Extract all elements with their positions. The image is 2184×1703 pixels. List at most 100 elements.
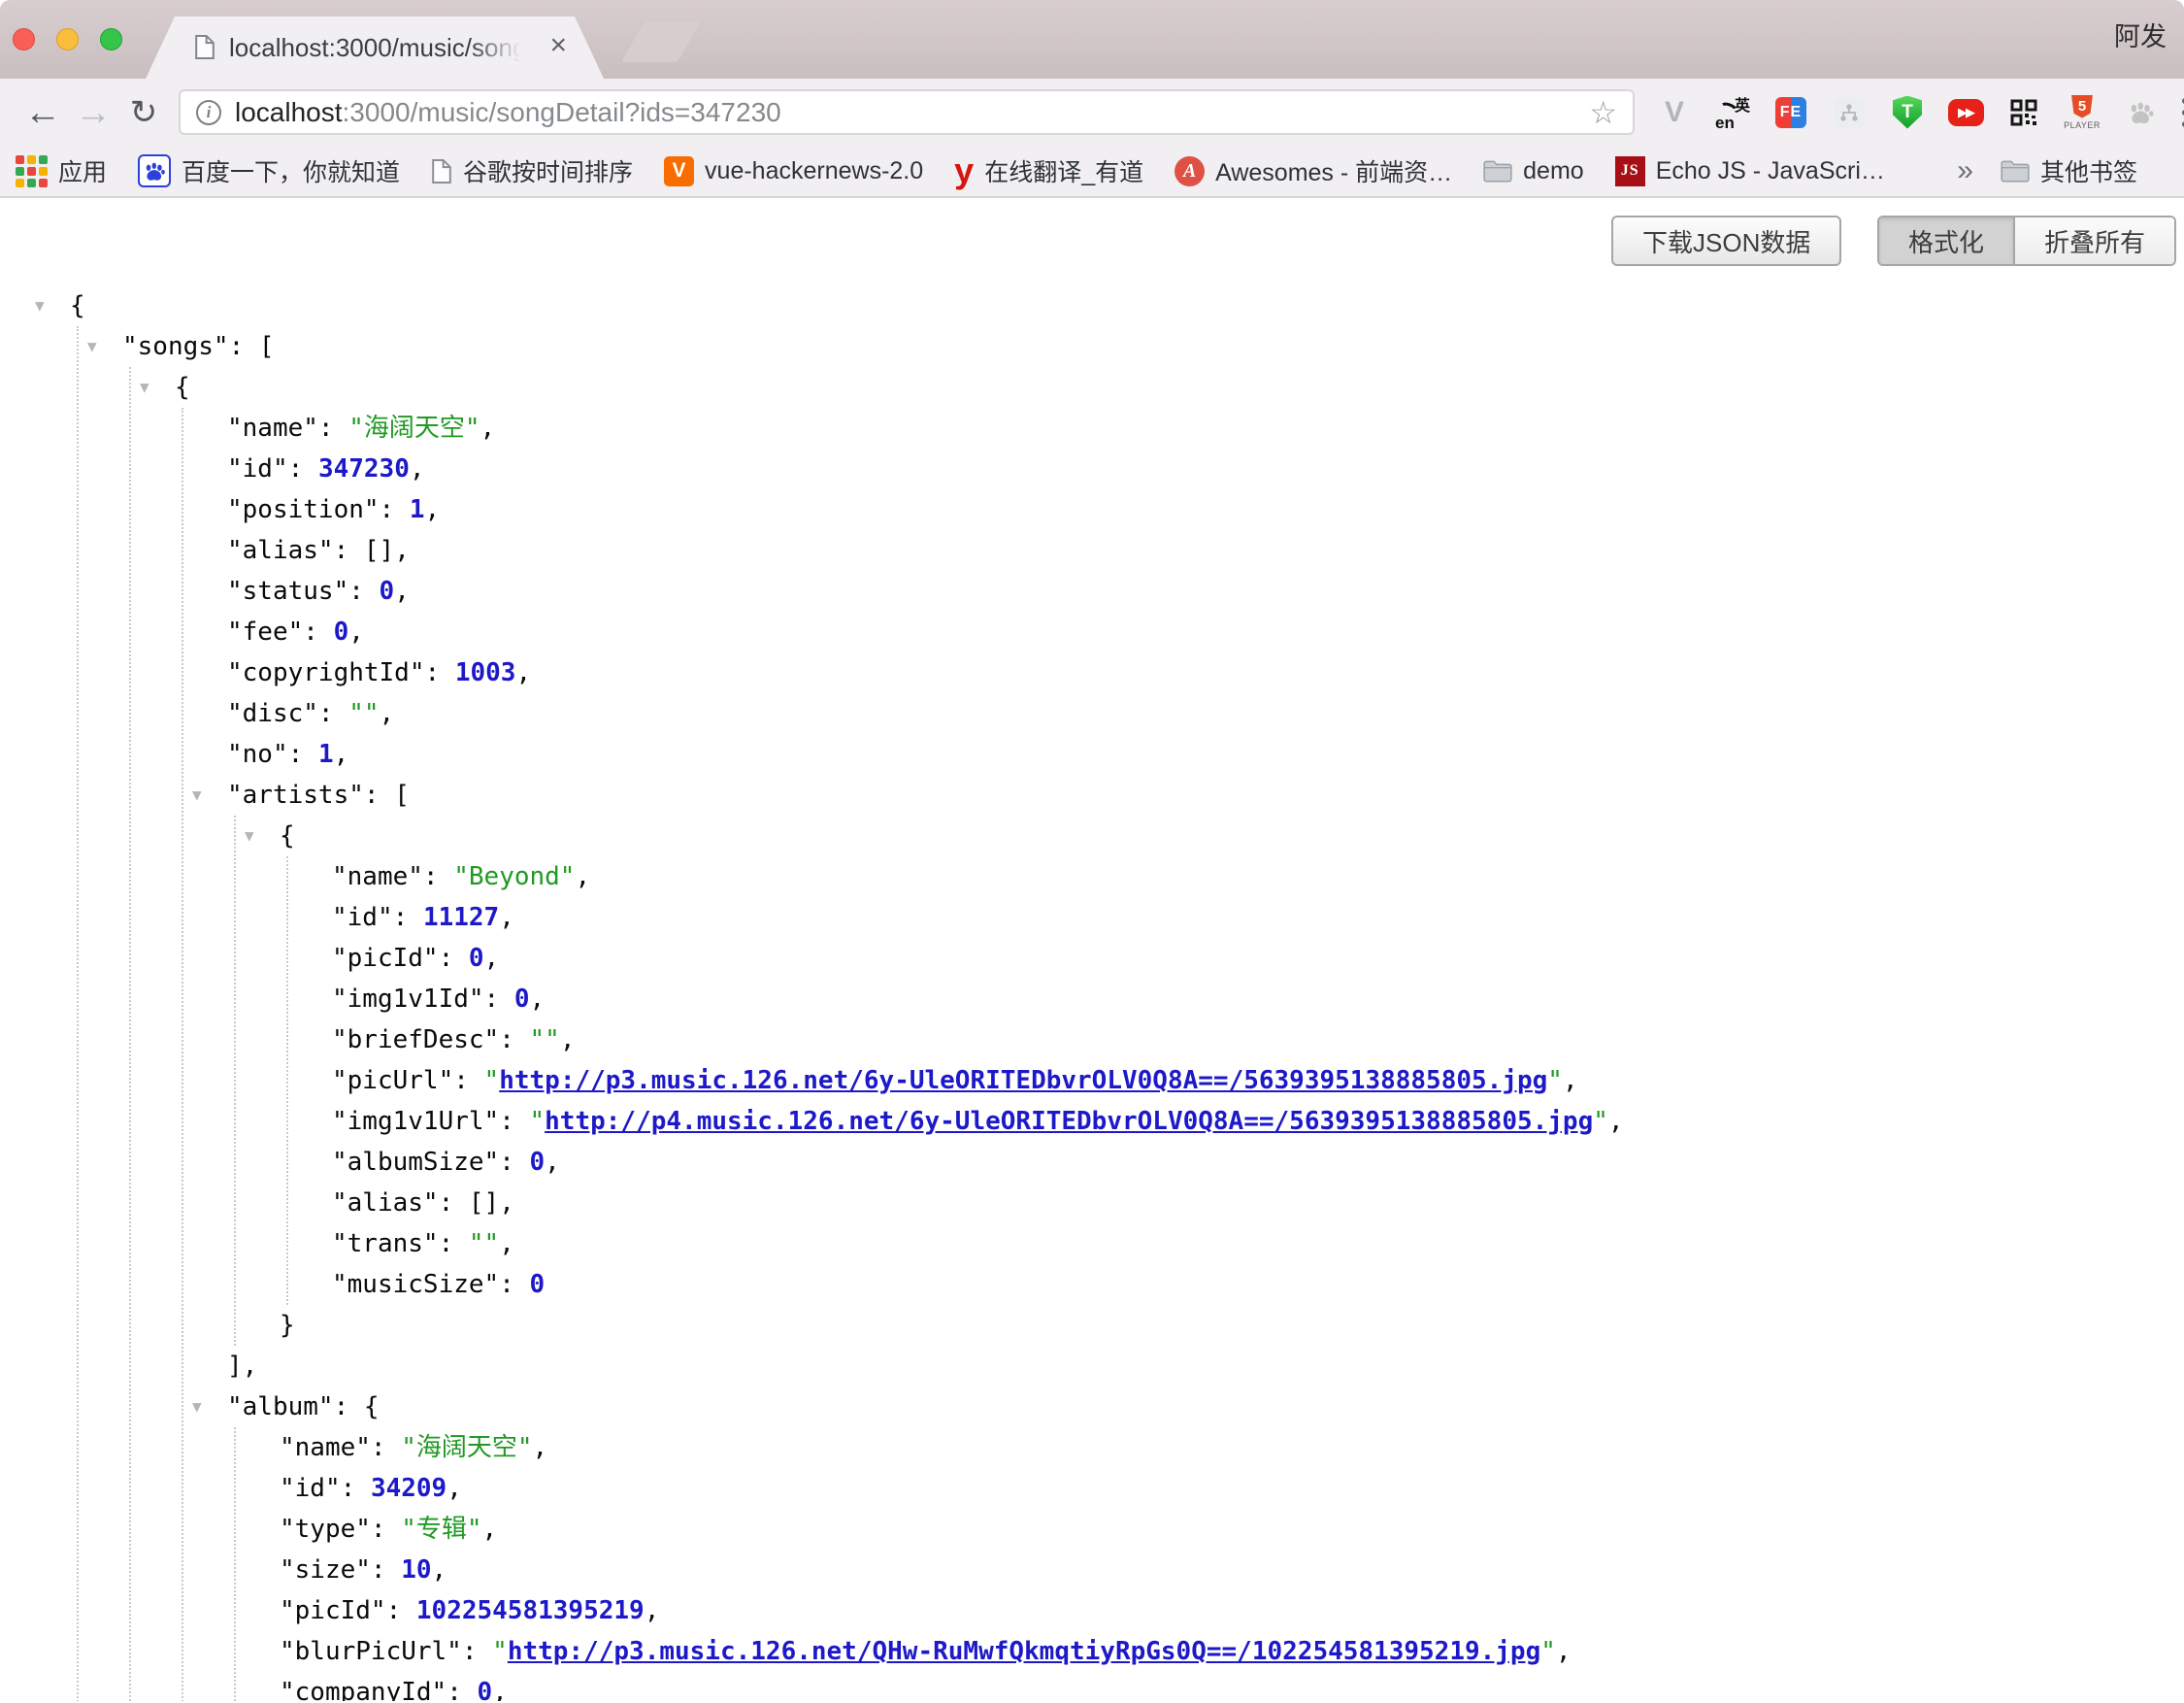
close-tab-icon[interactable] [549,17,567,79]
json-punct: " [530,1107,546,1136]
collapse-toggle-icon[interactable]: ▼ [245,816,254,856]
format-button[interactable]: 格式化 [1879,217,2013,264]
window-controls [0,0,136,79]
collapse-toggle-icon[interactable]: ▼ [87,326,97,367]
zoom-window-icon[interactable] [100,28,122,50]
page-info-icon[interactable] [196,100,221,125]
collapse-all-button[interactable]: 折叠所有 [2013,217,2174,264]
html5-player-icon[interactable]: 5PLAYER [2064,93,2101,132]
back-icon[interactable] [17,94,68,131]
json-line: "status": 0, [0,571,1624,612]
json-punct: , [348,618,364,647]
minimize-window-icon[interactable] [56,28,79,50]
json-value-number: 10 [401,1555,431,1585]
json-line: "disc": "", [0,693,1624,734]
shield-t-icon[interactable]: T [1889,93,1926,132]
bookmark-item[interactable]: Vvue-hackernews-2.0 [664,156,923,186]
json-line: "no": 1, [0,734,1624,775]
vue-gray-icon[interactable]: V [1656,93,1693,132]
awesomes-icon: A [1175,156,1205,186]
json-value-number: 102254581395219 [416,1596,645,1625]
json-value-string: "" [348,699,379,728]
json-key: "picId" [332,944,439,973]
download-json-button[interactable]: 下载JSON数据 [1611,216,1841,266]
json-key: "copyrightId" [227,658,425,687]
json-punct: : [499,1025,529,1054]
json-key: "size" [280,1555,371,1585]
bookmark-item[interactable]: demo [1483,157,1584,185]
paw-icon[interactable] [2122,93,2159,132]
json-link[interactable]: http://p4.music.126.net/6y-UleORITEDbvrO… [545,1107,1593,1136]
json-punct: : [484,985,514,1014]
browser-menu-icon[interactable] [2172,98,2184,127]
json-value-number: 1 [318,740,334,769]
forward-icon[interactable] [68,94,118,131]
json-line: "name": "海阔天空", [0,1427,1624,1468]
json-value-string: "Beyond" [453,862,575,891]
new-tab-button[interactable] [621,21,701,62]
json-punct: : [439,1229,469,1258]
bookmark-item[interactable]: 应用 [16,153,107,188]
json-value-number: 0 [380,577,395,606]
json-punct: , [492,1678,508,1701]
bookmarks-overflow-chevron-icon[interactable] [1957,154,1973,187]
close-window-icon[interactable] [13,28,35,50]
json-value-string: "海阔天空" [348,414,480,443]
json-punct: " [492,1637,508,1666]
json-punct: , [484,944,500,973]
bookmark-label: Awesomes - 前端资… [1215,153,1452,188]
json-value-number: 0 [514,985,530,1014]
sitemap-icon[interactable] [1831,93,1868,132]
json-link[interactable]: http://p3.music.126.net/6y-UleORITEDbvrO… [499,1066,1547,1095]
json-punct: , [545,1148,560,1177]
url-host: localhost [235,97,343,127]
translate-icon[interactable]: 英en [1714,93,1751,132]
json-punct: , [1608,1107,1624,1136]
json-punct: : [303,618,333,647]
json-punct: , [334,740,349,769]
json-key: "type" [280,1515,371,1544]
json-punct: : [386,1596,416,1625]
json-punct: } [280,1311,295,1340]
folder-icon [2001,159,2030,183]
collapse-toggle-icon[interactable]: ▼ [192,1386,202,1427]
json-line: "name": "海阔天空", [0,408,1624,449]
json-value-string: "" [469,1229,499,1258]
json-punct: , [447,1474,462,1503]
qr-code-icon[interactable] [2005,93,2042,132]
url-text[interactable]: localhost:3000/music/songDetail?ids=3472… [235,97,781,128]
collapse-toggle-icon[interactable]: ▼ [35,285,45,326]
reload-icon[interactable] [118,96,169,129]
echojs-icon: JS [1615,156,1645,186]
json-value-string: "专辑" [401,1515,481,1544]
collapse-toggle-icon[interactable]: ▼ [140,367,149,408]
bookmark-label: 在线翻译_有道 [984,153,1143,188]
json-punct: " [1547,1066,1563,1095]
json-key: "album" [227,1392,334,1421]
fe-icon[interactable]: FE [1772,93,1809,132]
json-key: "no" [227,740,288,769]
fast-forward-icon[interactable]: ▶▶ [1947,93,1984,132]
json-key: "id" [280,1474,341,1503]
json-punct: , [560,1025,576,1054]
bookmark-item[interactable]: y在线翻译_有道 [954,153,1143,188]
other-bookmarks-folder[interactable]: 其他书签 [2001,153,2137,188]
bookmark-item[interactable]: 百度一下，你就知道 [138,153,400,188]
bookmark-item[interactable]: A Awesomes - 前端资… [1175,153,1452,188]
bookmark-item[interactable]: 谷歌按时间排序 [431,153,633,188]
json-link[interactable]: http://p3.music.126.net/QHw-RuMwfQkmqtiy… [508,1637,1540,1666]
collapse-toggle-icon[interactable]: ▼ [192,775,202,816]
bookmark-item[interactable]: JSEcho JS - JavaScri… [1615,156,1885,186]
browser-tab[interactable]: localhost:3000/music/songDet [146,17,604,79]
bookmark-star-icon[interactable] [1589,94,1617,131]
json-punct: : [], [439,1188,514,1218]
json-punct: , [432,1555,447,1585]
indent-guide [234,1427,236,1701]
address-bar[interactable]: localhost:3000/music/songDetail?ids=3472… [179,89,1635,135]
json-punct: : [371,1555,401,1585]
vue-v-icon: V [664,156,694,186]
json-punct: , [645,1596,660,1625]
profile-name: 阿发 [2114,16,2167,53]
json-key: "artists" [227,781,364,810]
bookmark-label: 谷歌按时间排序 [463,153,633,188]
